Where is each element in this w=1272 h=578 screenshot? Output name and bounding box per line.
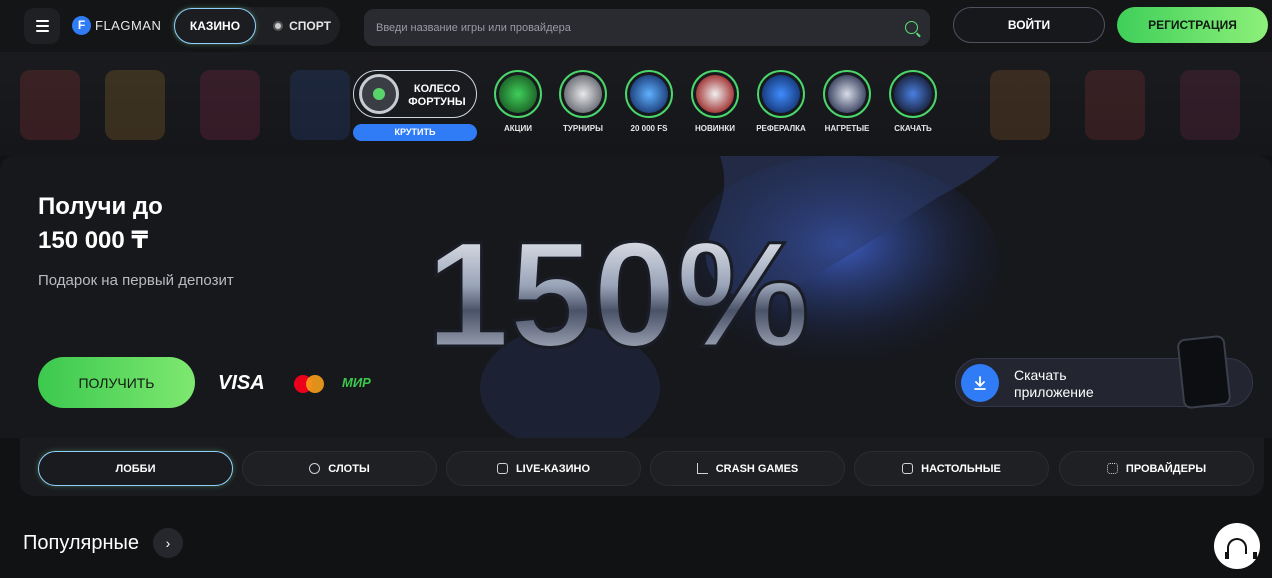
rocket-icon — [828, 75, 866, 113]
tab-lobby[interactable]: ЛОББИ — [38, 451, 233, 486]
story-free-spins[interactable]: 20 000 FS — [622, 70, 676, 140]
download-app-card[interactable]: Скачать приложение — [955, 334, 1253, 410]
download-app-line2: приложение — [1014, 384, 1094, 400]
visa-logo: VISA — [218, 372, 265, 394]
slots-icon — [309, 463, 321, 474]
gamepad-icon — [696, 75, 734, 113]
gift-icon — [499, 75, 537, 113]
tab-sport-label: СПОРТ — [289, 19, 331, 33]
hero-artwork: 150% — [425, 156, 1000, 438]
game-thumb-blur — [200, 70, 260, 140]
header: F FLAGMAN КАЗИНО СПОРТ ВОЙТИ РЕГИСТРАЦИЯ — [0, 0, 1272, 52]
download-app-line1: Скачать — [1014, 367, 1067, 383]
chevron-right-icon[interactable]: › — [153, 528, 183, 558]
hero-title-line1: Получи до — [38, 193, 163, 220]
wheel-pill[interactable]: КОЛЕСО ФОРТУНЫ — [353, 70, 477, 118]
tab-table-games[interactable]: НАСТОЛЬНЫЕ — [854, 451, 1049, 486]
tab-label: СЛОТЫ — [328, 462, 370, 475]
story-label: НАГРЕТЫЕ — [824, 124, 870, 133]
fortune-wheel-icon — [359, 74, 399, 114]
support-chat-button[interactable] — [1214, 523, 1260, 569]
hero-title: Получи до 150 000 ₸ — [38, 190, 163, 258]
app-icon — [894, 75, 932, 113]
story-referral[interactable]: РЕФЕРАЛКА — [754, 70, 808, 140]
game-thumb-blur — [1085, 70, 1145, 140]
spin-button[interactable]: КРУТИТЬ — [353, 124, 477, 141]
search-bar — [364, 9, 930, 46]
tab-sport[interactable]: СПОРТ — [268, 8, 336, 44]
tab-label: НАСТОЛЬНЫЕ — [921, 462, 1001, 475]
register-button[interactable]: РЕГИСТРАЦИЯ — [1117, 7, 1268, 43]
dice-icon — [902, 463, 914, 474]
search-input[interactable] — [364, 9, 930, 46]
free-spins-icon — [630, 75, 668, 113]
tab-providers[interactable]: ПРОВАЙДЕРЫ — [1059, 451, 1254, 486]
mode-switch: КАЗИНО СПОРТ — [172, 7, 340, 45]
logo[interactable]: F FLAGMAN — [72, 14, 161, 36]
tab-live-casino[interactable]: LIVE-КАЗИНО — [446, 451, 641, 486]
tab-label: ЛОББИ — [115, 462, 156, 475]
game-thumb-blur — [290, 70, 350, 140]
category-tabs: ЛОББИ СЛОТЫ LIVE-КАЗИНО CRASH GAMES НАСТ… — [20, 438, 1264, 496]
mastercard-logo — [294, 375, 324, 393]
hero-subtitle: Подарок на первый депозит — [38, 272, 234, 289]
phone-mockup — [1176, 334, 1232, 410]
hero-title-line2: 150 000 ₸ — [38, 227, 149, 254]
tab-label: LIVE-КАЗИНО — [515, 462, 591, 475]
login-button[interactable]: ВОЙТИ — [953, 7, 1105, 43]
game-thumb-blur — [1180, 70, 1240, 140]
story-promotions[interactable]: АКЦИИ — [491, 70, 545, 140]
logo-text: FLAGMAN — [95, 17, 162, 33]
tab-crash-games[interactable]: CRASH GAMES — [650, 451, 845, 486]
tab-label: ПРОВАЙДЕРЫ — [1125, 462, 1207, 475]
story-label: 20 000 FS — [630, 124, 668, 133]
story-label: СКАЧАТЬ — [894, 124, 932, 133]
wheel-of-fortune[interactable]: КОЛЕСО ФОРТУНЫ КРУТИТЬ — [353, 70, 477, 142]
game-thumb-blur — [990, 70, 1050, 140]
get-bonus-button[interactable]: ПОЛУЧИТЬ — [38, 357, 195, 408]
hero-big-number: 150% — [426, 210, 810, 378]
game-thumb-blur — [105, 70, 165, 140]
trophy-icon — [564, 75, 602, 113]
story-label: ТУРНИРЫ — [563, 124, 603, 133]
story-new-games[interactable]: НОВИНКИ — [688, 70, 742, 140]
crash-chart-icon — [696, 463, 708, 474]
download-icon — [961, 364, 999, 402]
section-title-popular: Популярные — [23, 532, 140, 554]
hero-banner: 150% Получи до 150 000 ₸ Подарок на перв… — [0, 156, 1272, 438]
download-app-label: Скачать приложение — [1014, 367, 1094, 401]
logo-mark: F — [72, 15, 91, 35]
story-label: АКЦИИ — [503, 124, 532, 133]
money-bag-icon — [762, 75, 800, 113]
tab-slots[interactable]: СЛОТЫ — [242, 451, 437, 486]
football-icon — [273, 21, 284, 31]
live-casino-icon — [496, 463, 508, 474]
tab-label: CRASH GAMES — [715, 462, 799, 475]
story-label: РЕФЕРАЛКА — [756, 124, 806, 133]
story-hot[interactable]: НАГРЕТЫЕ — [820, 70, 874, 140]
game-thumb-blur — [20, 70, 80, 140]
story-label: НОВИНКИ — [695, 124, 735, 133]
mir-logo: МИР — [342, 375, 371, 390]
wheel-label: КОЛЕСО ФОРТУНЫ — [408, 83, 466, 108]
headset-icon — [1225, 538, 1257, 559]
grid-icon — [1106, 463, 1118, 474]
search-icon[interactable] — [905, 21, 918, 34]
story-tournaments[interactable]: ТУРНИРЫ — [556, 70, 610, 140]
story-download[interactable]: СКАЧАТЬ — [886, 70, 940, 140]
tab-casino[interactable]: КАЗИНО — [174, 8, 256, 44]
menu-icon[interactable] — [24, 8, 60, 44]
